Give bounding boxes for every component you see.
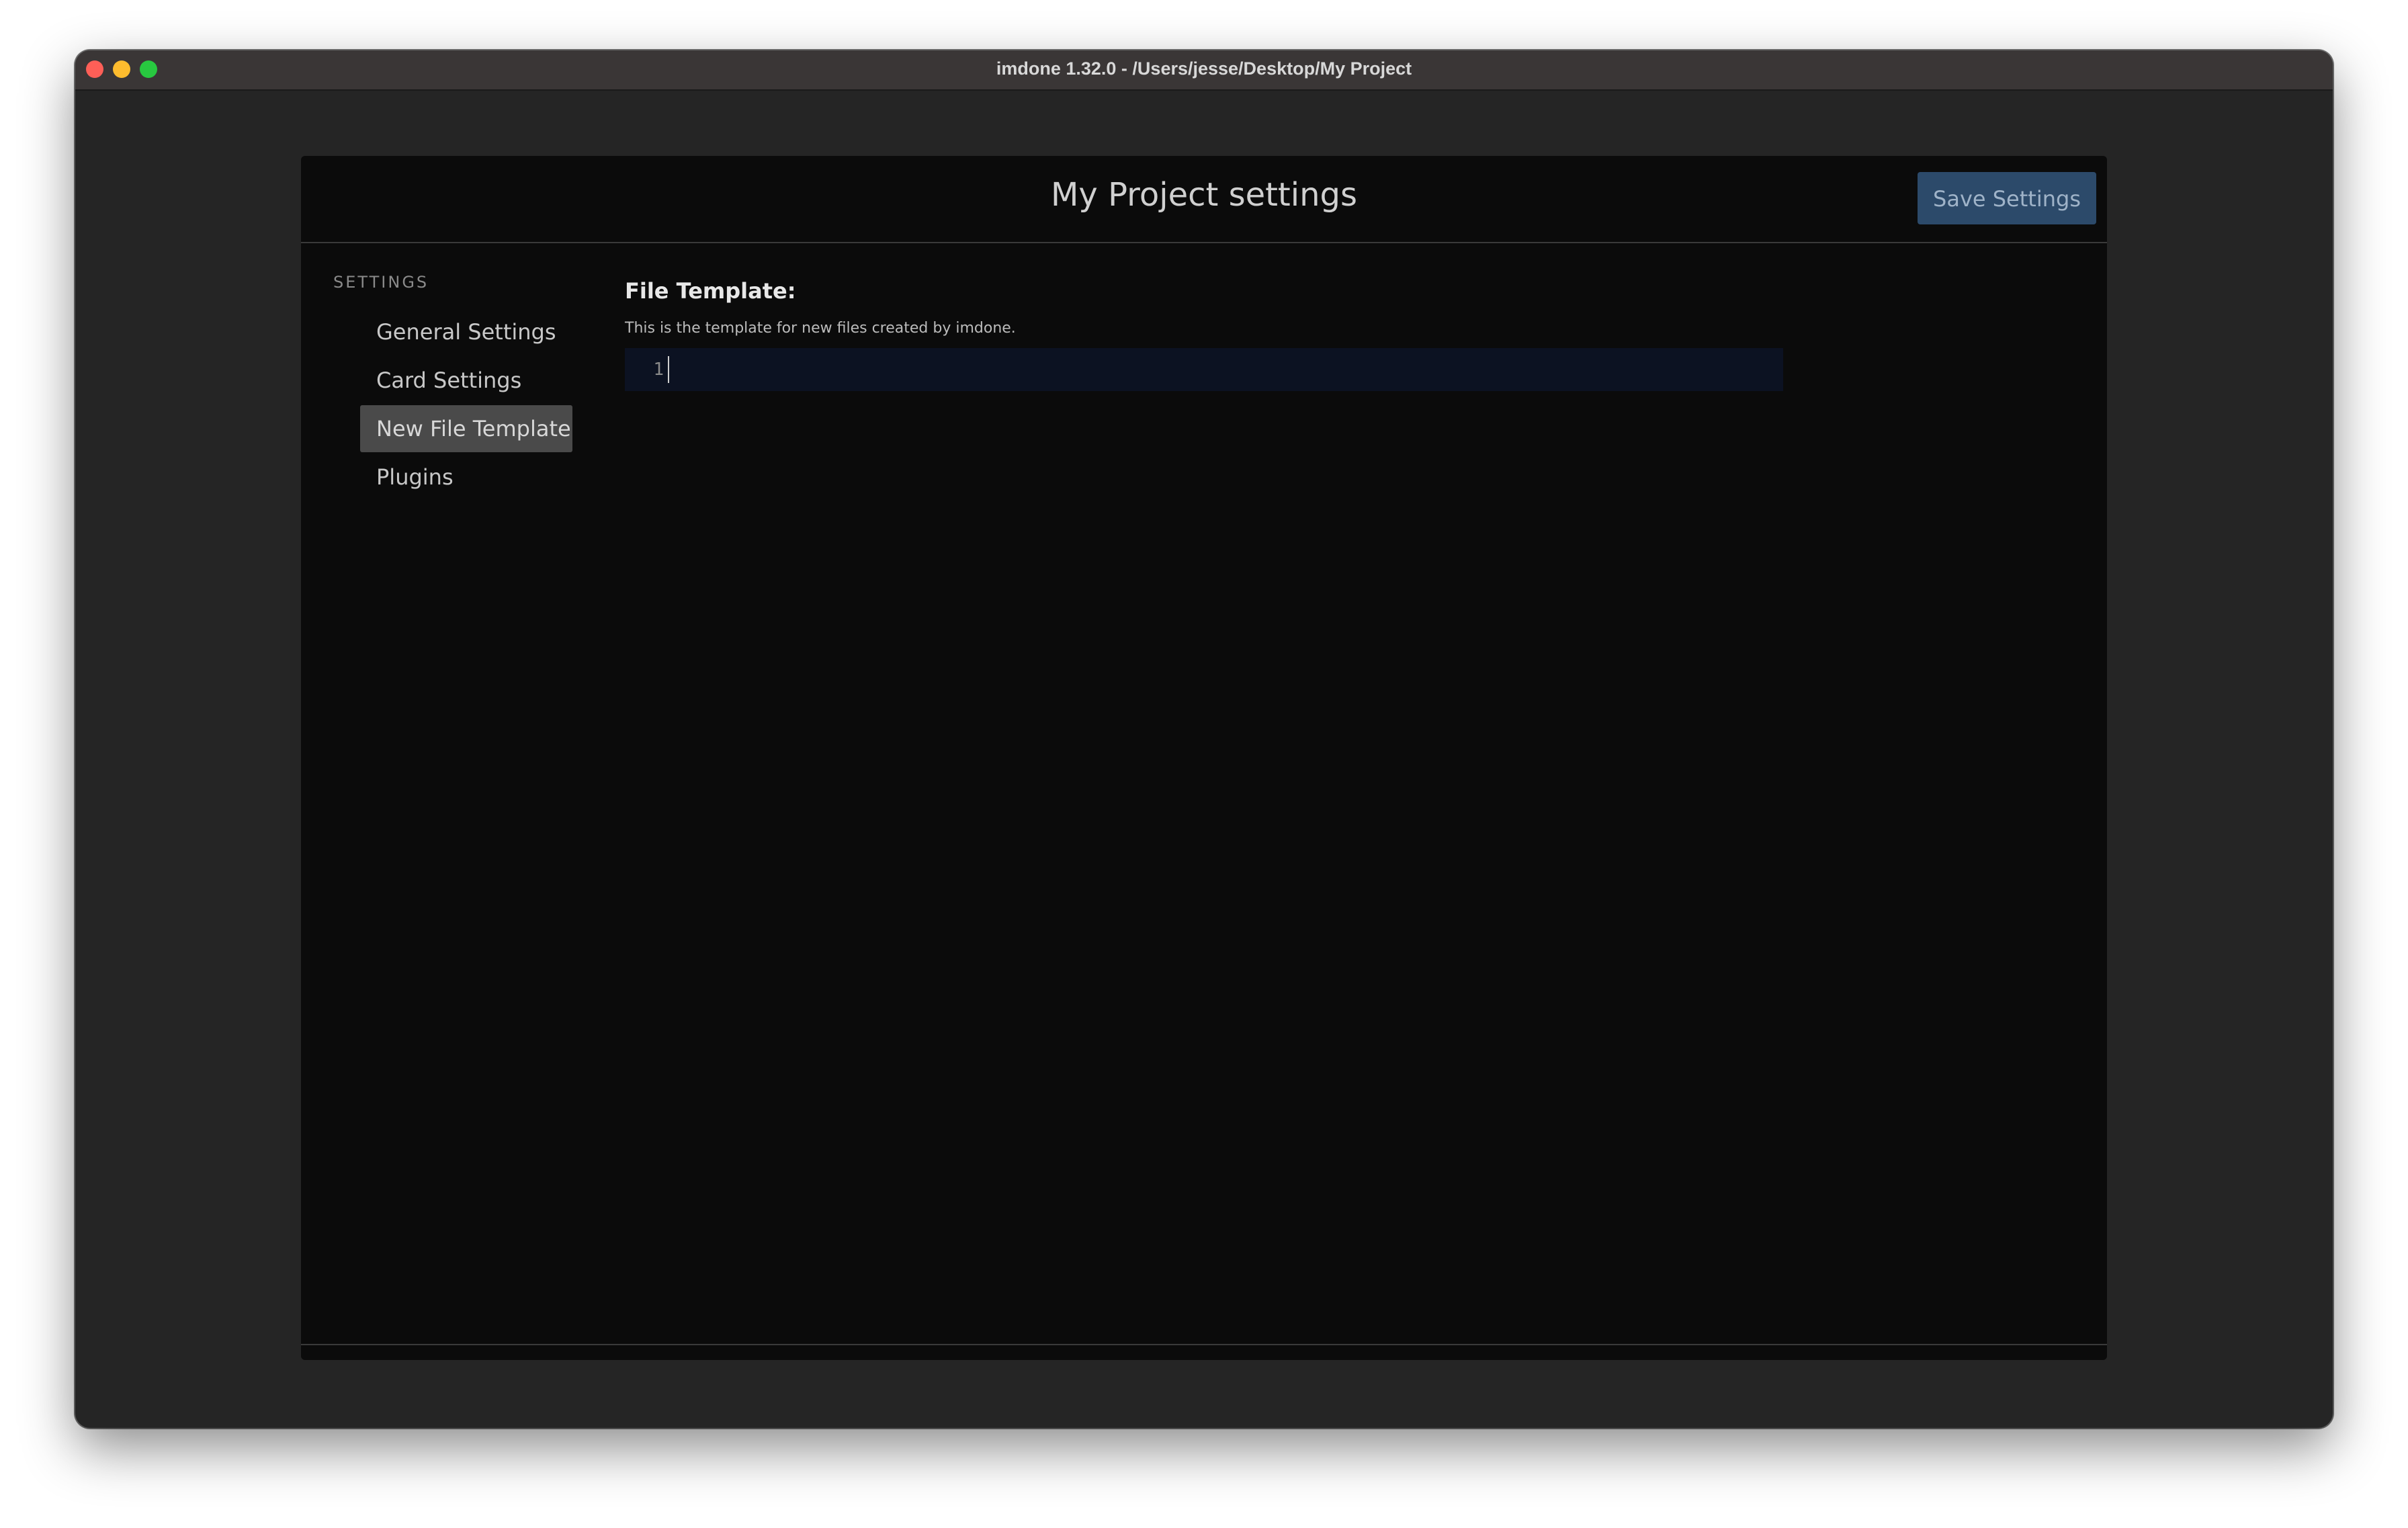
sidebar-item-plugins[interactable]: Plugins bbox=[360, 454, 572, 501]
sidebar-heading: SETTINGS bbox=[333, 273, 429, 292]
app-window: imdone 1.32.0 - /Users/jesse/Desktop/My … bbox=[75, 50, 2333, 1428]
modal-title: My Project settings bbox=[1051, 176, 1357, 214]
sidebar-item-new-file-template[interactable]: New File Template bbox=[360, 405, 572, 452]
save-settings-button[interactable]: Save Settings bbox=[1918, 172, 2096, 224]
window-title: imdone 1.32.0 - /Users/jesse/Desktop/My … bbox=[996, 58, 1412, 79]
modal-footer-divider bbox=[301, 1344, 2107, 1345]
settings-modal: My Project settings Save Settings × SETT… bbox=[301, 156, 2107, 1360]
title-bar[interactable]: imdone 1.32.0 - /Users/jesse/Desktop/My … bbox=[75, 50, 2333, 91]
sidebar-item-card-settings[interactable]: Card Settings bbox=[360, 357, 572, 404]
text-cursor bbox=[668, 356, 669, 383]
file-template-label: File Template: bbox=[625, 278, 796, 304]
line-number: 1 bbox=[653, 359, 664, 380]
settings-sidebar: SETTINGS General Settings Card Settings … bbox=[301, 243, 597, 1360]
modal-header: My Project settings Save Settings × bbox=[301, 156, 2107, 243]
file-template-editor[interactable]: 1 bbox=[625, 348, 1783, 391]
sidebar-item-general-settings[interactable]: General Settings bbox=[360, 308, 572, 355]
file-template-help: This is the template for new files creat… bbox=[625, 320, 1016, 337]
